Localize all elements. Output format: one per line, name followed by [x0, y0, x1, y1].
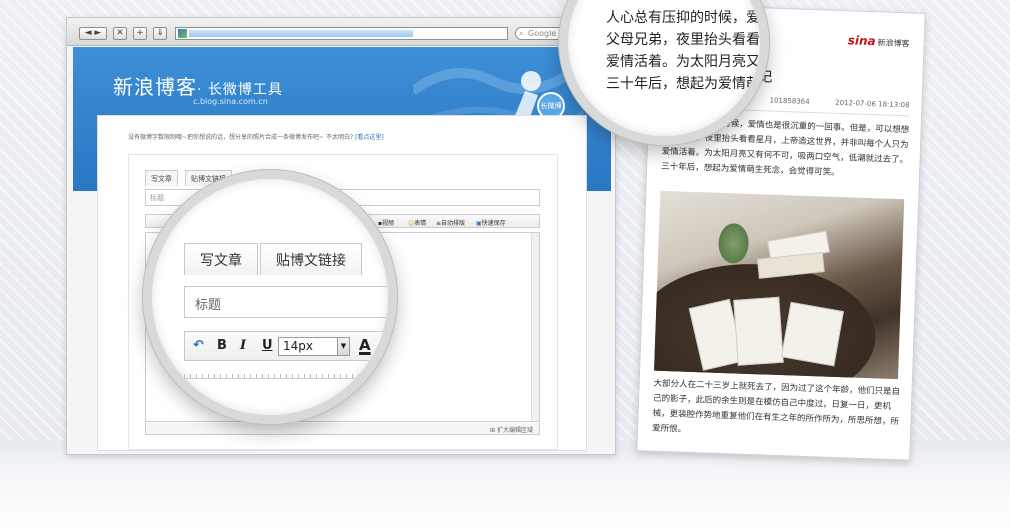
- browser-toolbar: ◄ ► ✕ + ⇓ ⌕ Google: [67, 18, 615, 46]
- address-bar[interactable]: [175, 27, 508, 40]
- ruler: [184, 365, 388, 379]
- video-button[interactable]: ▪视频: [378, 218, 394, 227]
- blog-url: c.blog.sina.com.cn: [193, 97, 268, 106]
- magnified-line: 人心总有压抑的时候，爱: [606, 10, 760, 26]
- magnified-line: 父母兄弟，夜里抬头看看: [606, 32, 760, 48]
- auto-layout-button[interactable]: ≡自动排版: [436, 218, 465, 227]
- article-date: 2012-07-06 18:13:08: [835, 98, 910, 110]
- tab-write-small[interactable]: 写文章: [145, 170, 178, 186]
- emoji-button[interactable]: ☺表情: [408, 218, 426, 227]
- add-tab-button[interactable]: +: [133, 27, 147, 40]
- quick-save-button[interactable]: ▣快速保存: [476, 218, 506, 227]
- magnified-text: 人心总有压抑的时候，爱 父母兄弟，夜里抬头看看 爱情活着。为太阳月亮又 三十年后…: [606, 7, 760, 95]
- editor-scrollbar[interactable]: [531, 233, 539, 421]
- emoji-label: 表情: [414, 220, 427, 227]
- sina-brand: sina: [847, 33, 876, 49]
- chevron-down-icon: ▼: [337, 338, 349, 355]
- title-input[interactable]: 标题: [184, 286, 388, 318]
- hint-message: 没有微博字数限制哦~把你想说的话，想分享的照片合成一条微博发布吧~ 不太明白?: [128, 134, 354, 141]
- bold-button[interactable]: B: [217, 338, 227, 353]
- search-placeholder: Google: [528, 29, 557, 38]
- tool-name: · 长微博工具: [197, 82, 283, 98]
- layout-label: 自动排版: [441, 220, 466, 227]
- article-meta: 101858364 2012-07-06 18:13:08: [769, 97, 909, 110]
- search-icon: ⌕: [519, 29, 524, 38]
- video-label: 视频: [382, 220, 395, 227]
- loading-progress: [189, 30, 413, 37]
- undo-icon[interactable]: ↶: [193, 338, 204, 353]
- article-paragraph-2: 大部分人在二十三岁上就死去了，因为过了这个年龄，他们只是自己的影子，此后的余生则…: [651, 378, 901, 435]
- font-color-button[interactable]: A: [359, 336, 371, 354]
- font-size-select[interactable]: 14px ▼: [278, 337, 350, 356]
- book-shape: [733, 296, 784, 366]
- logo-text: 新浪博客: [113, 75, 197, 99]
- blog-logo[interactable]: 新浪博客· 长微博工具: [113, 71, 283, 100]
- sina-logo: sina 新浪博客: [847, 33, 909, 49]
- expand-icon: ⊞: [490, 427, 496, 434]
- save-label: 快速保存: [481, 220, 506, 227]
- plant-icon: [717, 222, 750, 264]
- tab-link[interactable]: 贴博文链接: [260, 243, 362, 275]
- hint-link[interactable]: [看点这里]: [355, 134, 384, 141]
- download-button[interactable]: ⇓: [153, 27, 167, 40]
- sina-brand-cn: 新浪博客: [877, 38, 910, 49]
- magnifier-editor-bubble: 写文章 贴博文链接 标题 ↶ B I U 14px ▼ A: [143, 170, 397, 424]
- favicon-icon: [178, 29, 187, 38]
- magnified-line: 爱情活着。为太阳月亮又: [606, 54, 760, 70]
- book-shape: [781, 301, 844, 367]
- magnified-line: 三十年后，想起为爱情萌: [606, 76, 760, 92]
- expand-label: 扩大编辑区域: [496, 427, 533, 434]
- format-toolbar: ↶ B I U 14px ▼ A: [184, 331, 388, 361]
- hint-text: 没有微博字数限制哦~把你想说的话，想分享的照片合成一条微博发布吧~ 不太明白? …: [128, 132, 384, 141]
- back-forward-button[interactable]: ◄ ►: [79, 27, 107, 40]
- article-id: 101858364: [769, 96, 810, 106]
- font-size-value: 14px: [283, 339, 313, 353]
- italic-button[interactable]: I: [240, 338, 246, 353]
- expand-editor-button[interactable]: ⊞ 扩大编辑区域: [145, 423, 540, 435]
- stop-button[interactable]: ✕: [113, 27, 127, 40]
- tab-write[interactable]: 写文章: [184, 243, 258, 275]
- underline-button[interactable]: U: [262, 338, 273, 353]
- article-photo: [654, 190, 905, 380]
